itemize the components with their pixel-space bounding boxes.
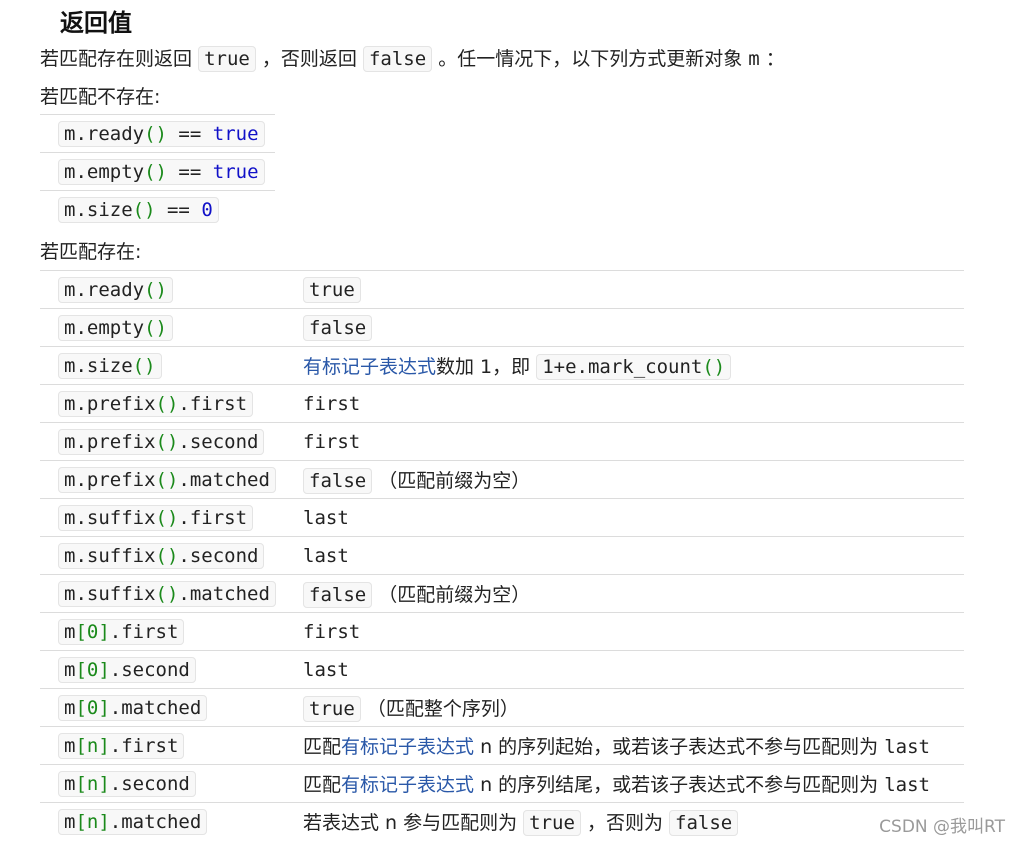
intro-line: 若匹配存在则返回 true ，否则返回 false 。任一情况下，以下列方式更新… — [40, 44, 785, 72]
table-row: m[0].first first — [40, 612, 964, 651]
table-row: m.prefix().second first — [40, 422, 964, 461]
row-key: m.prefix().second — [40, 422, 303, 461]
section-heading: 返回值 — [60, 9, 132, 37]
nomatch-key: m.ready() == true — [40, 114, 275, 153]
intro-text-2: ，否则返回 — [261, 48, 357, 70]
table-row: m.suffix().first last — [40, 498, 964, 537]
intro-text-4: ： — [765, 48, 785, 70]
row-key: m.suffix().second — [40, 536, 303, 575]
row-value: 若表达式 n 参与匹配则为 true ，否则为 false — [303, 802, 964, 840]
row-value: false — [303, 308, 964, 347]
intro-true-code: true — [198, 46, 256, 72]
intro-text-1: 若匹配存在则返回 — [40, 48, 193, 70]
marked-subexpression-link[interactable]: 有标记子表达式 — [303, 356, 436, 378]
match-label: 若匹配存在: — [40, 241, 142, 263]
row-value: first — [303, 612, 964, 651]
nomatch-key: m.size() == 0 — [40, 190, 275, 228]
row-value: first — [303, 384, 964, 423]
row-value: 匹配有标记子表达式 n 的序列起始，或若该子表达式不参与匹配则为 last — [303, 726, 964, 765]
table-row: m.suffix().matched false （匹配前缀为空） — [40, 574, 964, 613]
row-value: 匹配有标记子表达式 n 的序列结尾，或若该子表达式不参与匹配则为 last — [303, 764, 964, 803]
table-row: m.prefix().first first — [40, 384, 964, 423]
nomatch-label: 若匹配不存在: — [40, 86, 161, 108]
row-key: m[0].matched — [40, 688, 303, 727]
row-key: m.prefix().matched — [40, 460, 303, 499]
table-row: m.ready() == true — [40, 114, 275, 153]
row-value: last — [303, 498, 964, 537]
table-row: m.empty() == true — [40, 152, 275, 191]
row-key: m.empty() — [40, 308, 303, 347]
row-key: m.suffix().first — [40, 498, 303, 537]
row-value: last — [303, 536, 964, 575]
intro-text-3: 。任一情况下，以下列方式更新对象 — [438, 48, 743, 70]
row-key: m[0].first — [40, 612, 303, 651]
intro-false-code: false — [362, 46, 433, 72]
row-value: first — [303, 422, 964, 461]
row-key: m.size() — [40, 346, 303, 385]
row-key: m[n].second — [40, 764, 303, 803]
row-key: m[n].first — [40, 726, 303, 765]
row-value: true — [303, 270, 964, 309]
row-key: m[0].second — [40, 650, 303, 689]
intro-object-name: m — [748, 48, 760, 70]
row-key: m.suffix().matched — [40, 574, 303, 613]
table-row: m[n].matched 若表达式 n 参与匹配则为 true ，否则为 fal… — [40, 802, 964, 840]
row-key: m.prefix().first — [40, 384, 303, 423]
row-value: true （匹配整个序列） — [303, 688, 964, 727]
table-row: m[0].second last — [40, 650, 964, 689]
row-value: 有标记子表达式数加 1，即 1+e.mark_count() — [303, 346, 964, 385]
nomatch-key: m.empty() == true — [40, 152, 275, 191]
watermark: CSDN @我叫RT — [879, 817, 1005, 837]
nomatch-table: m.ready() == true m.empty() == true m.si… — [40, 114, 275, 228]
table-row: m.size() == 0 — [40, 190, 275, 228]
row-value: false （匹配前缀为空） — [303, 574, 964, 613]
match-table: m.ready() true m.empty() false m.size() … — [40, 270, 964, 840]
table-row: m.prefix().matched false （匹配前缀为空） — [40, 460, 964, 499]
row-key: m.ready() — [40, 270, 303, 309]
table-row: m.empty() false — [40, 308, 964, 347]
row-key: m[n].matched — [40, 802, 303, 840]
table-row: m[0].matched true （匹配整个序列） — [40, 688, 964, 727]
table-row: m.ready() true — [40, 270, 964, 309]
marked-subexpression-link[interactable]: 有标记子表达式 — [341, 774, 474, 796]
row-value: last — [303, 650, 964, 689]
table-row: m.suffix().second last — [40, 536, 964, 575]
marked-subexpression-link[interactable]: 有标记子表达式 — [341, 736, 474, 758]
row-value: false （匹配前缀为空） — [303, 460, 964, 499]
table-row: m.size() 有标记子表达式数加 1，即 1+e.mark_count() — [40, 346, 964, 385]
table-row: m[n].second 匹配有标记子表达式 n 的序列结尾，或若该子表达式不参与… — [40, 764, 964, 803]
table-row: m[n].first 匹配有标记子表达式 n 的序列起始，或若该子表达式不参与匹… — [40, 726, 964, 765]
